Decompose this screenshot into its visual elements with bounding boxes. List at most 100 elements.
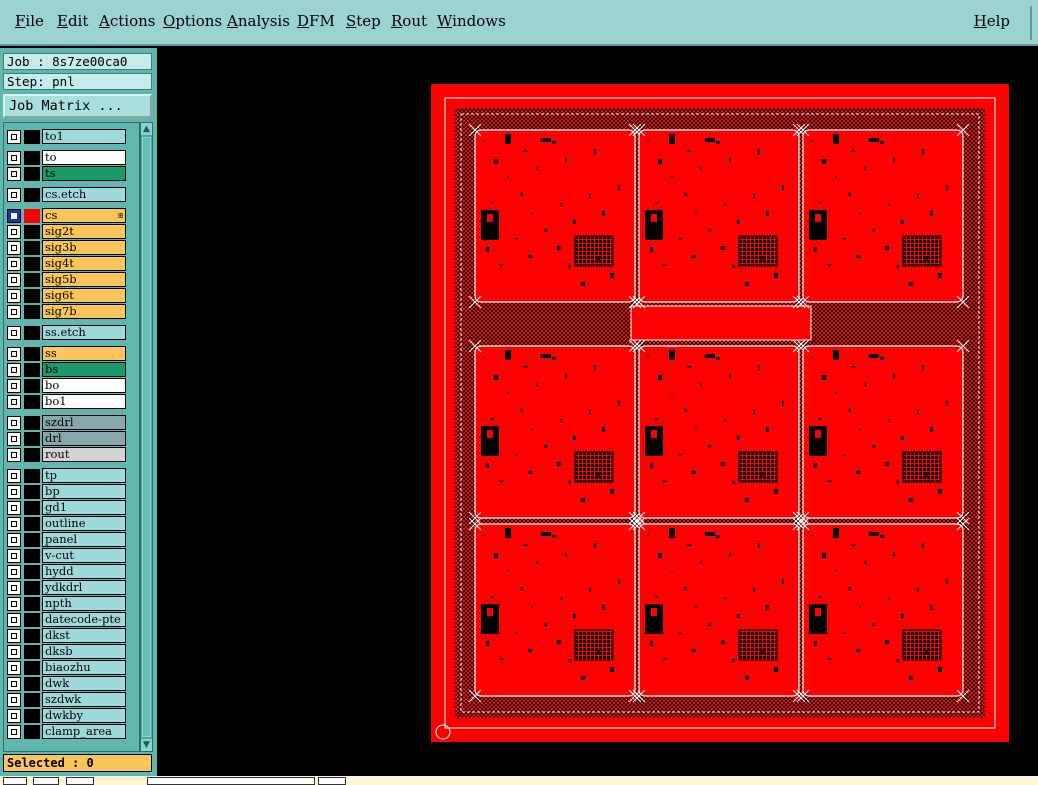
layer-affected-checkbox[interactable] bbox=[7, 257, 21, 271]
layer-row[interactable]: dwkby bbox=[4, 708, 129, 724]
layer-display-swatch[interactable] bbox=[24, 533, 40, 547]
menu-help[interactable]: Help bbox=[974, 12, 1010, 30]
layer-row[interactable]: sig7b bbox=[4, 304, 129, 320]
layer-name[interactable]: biaozhu bbox=[42, 660, 126, 675]
layer-display-swatch[interactable] bbox=[24, 565, 40, 579]
layer-affected-checkbox[interactable] bbox=[7, 645, 21, 659]
layer-affected-checkbox[interactable] bbox=[7, 432, 21, 446]
layer-display-swatch[interactable] bbox=[24, 273, 40, 287]
layer-display-swatch[interactable] bbox=[24, 209, 40, 223]
menu-actions[interactable]: Actions bbox=[99, 12, 155, 30]
layer-name[interactable]: ydkdrl bbox=[42, 580, 126, 595]
layer-affected-checkbox[interactable] bbox=[7, 613, 21, 627]
layer-display-swatch[interactable] bbox=[24, 326, 40, 340]
layer-row[interactable]: sig3b bbox=[4, 240, 129, 256]
layer-affected-checkbox[interactable] bbox=[7, 677, 21, 691]
scroll-down-arrow-icon[interactable]: ▼ bbox=[141, 739, 152, 751]
layer-affected-checkbox[interactable] bbox=[7, 597, 21, 611]
menu-step[interactable]: Step bbox=[346, 12, 381, 30]
layer-row[interactable]: hydd bbox=[4, 564, 129, 580]
layer-name[interactable]: outline bbox=[42, 516, 126, 531]
layer-row[interactable]: ts bbox=[4, 166, 129, 182]
layer-name[interactable]: panel bbox=[42, 532, 126, 547]
layer-row[interactable]: clamp_area bbox=[4, 724, 129, 740]
layer-row[interactable]: sig2t bbox=[4, 224, 129, 240]
layer-row[interactable]: cs ⊞ bbox=[4, 208, 129, 224]
layer-affected-checkbox[interactable] bbox=[7, 395, 21, 409]
layer-affected-checkbox[interactable] bbox=[7, 305, 21, 319]
layer-display-swatch[interactable] bbox=[24, 257, 40, 271]
layer-affected-checkbox[interactable] bbox=[7, 448, 21, 462]
layer-row[interactable]: rout bbox=[4, 447, 129, 463]
job-matrix-button[interactable]: Job Matrix ... bbox=[3, 94, 152, 118]
layer-name[interactable]: szdrl bbox=[42, 415, 126, 430]
layer-affected-checkbox[interactable] bbox=[7, 241, 21, 255]
layer-row[interactable]: panel bbox=[4, 532, 129, 548]
menu-windows[interactable]: Windows bbox=[437, 12, 506, 30]
layer-name[interactable]: bs bbox=[42, 362, 126, 377]
scroll-up-arrow-icon[interactable]: ▲ bbox=[141, 123, 152, 135]
layer-row[interactable]: dkst bbox=[4, 628, 129, 644]
layer-row[interactable]: dwk bbox=[4, 676, 129, 692]
layer-display-swatch[interactable] bbox=[24, 241, 40, 255]
layer-row[interactable]: ydkdrl bbox=[4, 580, 129, 596]
layer-row[interactable]: szdrl bbox=[4, 415, 129, 431]
layer-affected-checkbox[interactable] bbox=[7, 501, 21, 515]
layer-display-swatch[interactable] bbox=[24, 597, 40, 611]
layer-row[interactable]: bp bbox=[4, 484, 129, 500]
layer-row[interactable]: datecode-pte bbox=[4, 612, 129, 628]
layer-name[interactable]: cs.etch bbox=[42, 187, 126, 202]
menu-dfm[interactable]: DFM bbox=[297, 12, 335, 30]
layer-name[interactable]: datecode-pte bbox=[42, 612, 126, 627]
layer-affected-checkbox[interactable] bbox=[7, 581, 21, 595]
pcb-panel-display[interactable] bbox=[431, 84, 1011, 744]
layer-affected-checkbox[interactable] bbox=[7, 167, 21, 181]
layer-row[interactable]: gd1 bbox=[4, 500, 129, 516]
layer-row[interactable]: to bbox=[4, 150, 129, 166]
layer-display-swatch[interactable] bbox=[24, 645, 40, 659]
graphic-area[interactable] bbox=[157, 48, 1038, 776]
layer-name[interactable]: ss bbox=[42, 346, 126, 361]
layer-affected-checkbox[interactable] bbox=[7, 661, 21, 675]
layer-display-swatch[interactable] bbox=[24, 130, 40, 144]
layer-list-scrollbar[interactable]: ▲ ▼ bbox=[140, 122, 153, 752]
layer-name[interactable]: npth bbox=[42, 596, 126, 611]
layer-display-swatch[interactable] bbox=[24, 469, 40, 483]
layer-row[interactable]: dksb bbox=[4, 644, 129, 660]
menu-edit[interactable]: Edit bbox=[57, 12, 88, 30]
layer-row[interactable]: to1 bbox=[4, 129, 129, 145]
layer-name[interactable]: szdwk bbox=[42, 692, 126, 707]
menu-analysis[interactable]: Analysis bbox=[227, 12, 290, 30]
layer-display-swatch[interactable] bbox=[24, 379, 40, 393]
layer-display-swatch[interactable] bbox=[24, 517, 40, 531]
layer-row[interactable]: sig5b bbox=[4, 272, 129, 288]
layer-display-swatch[interactable] bbox=[24, 677, 40, 691]
layer-affected-checkbox[interactable] bbox=[7, 130, 21, 144]
layer-row[interactable]: sig4t bbox=[4, 256, 129, 272]
layer-name[interactable]: sig2t bbox=[42, 224, 126, 239]
layer-name[interactable]: sig4t bbox=[42, 256, 126, 271]
scroll-thumb[interactable] bbox=[142, 137, 151, 737]
layer-affected-checkbox[interactable] bbox=[7, 485, 21, 499]
layer-display-swatch[interactable] bbox=[24, 347, 40, 361]
layer-affected-checkbox[interactable] bbox=[7, 347, 21, 361]
layer-affected-checkbox[interactable] bbox=[7, 693, 21, 707]
layer-row[interactable]: outline bbox=[4, 516, 129, 532]
layer-name[interactable]: dwkby bbox=[42, 708, 126, 723]
layer-display-swatch[interactable] bbox=[24, 225, 40, 239]
layer-row[interactable]: ss.etch bbox=[4, 325, 129, 341]
layer-row[interactable]: sig6t bbox=[4, 288, 129, 304]
layer-row[interactable]: tp bbox=[4, 468, 129, 484]
layer-name[interactable]: to bbox=[42, 150, 126, 165]
layer-row[interactable]: bo bbox=[4, 378, 129, 394]
layer-display-swatch[interactable] bbox=[24, 661, 40, 675]
layer-name[interactable]: gd1 bbox=[42, 500, 126, 515]
layer-affected-checkbox[interactable] bbox=[7, 549, 21, 563]
layer-row[interactable]: bs bbox=[4, 362, 129, 378]
status-button-2[interactable] bbox=[33, 777, 59, 785]
layer-name[interactable]: bo1 bbox=[42, 394, 126, 409]
layer-affected-checkbox[interactable] bbox=[7, 363, 21, 377]
layer-name[interactable]: clamp_area bbox=[42, 724, 126, 739]
layer-affected-checkbox[interactable] bbox=[7, 725, 21, 739]
layer-display-swatch[interactable] bbox=[24, 549, 40, 563]
